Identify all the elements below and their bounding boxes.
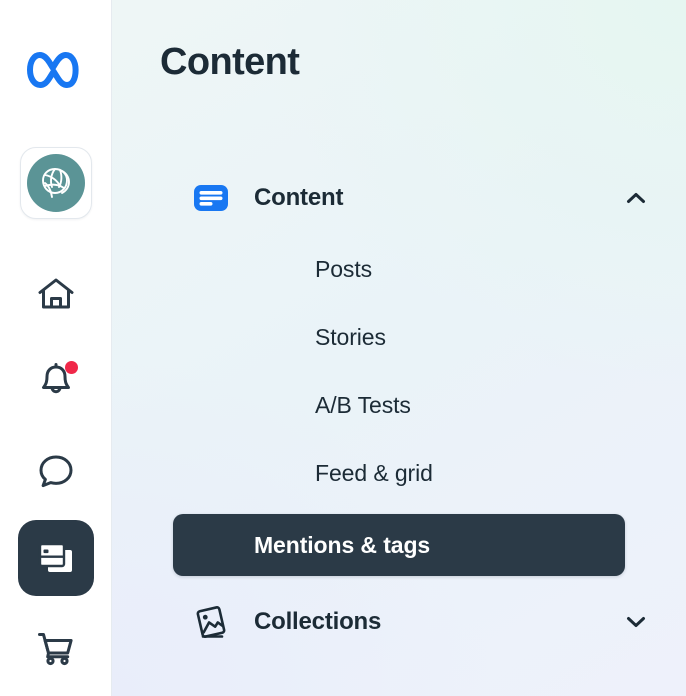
app-root: Content Content Posts Stories A/B Tests … [0, 0, 686, 696]
meta-logo[interactable] [0, 30, 112, 110]
menu-item-label: Feed & grid [315, 459, 433, 486]
content-nav-menu: Content Posts Stories A/B Tests Feed & g… [112, 168, 686, 652]
avatar-tile [20, 147, 92, 219]
chevron-down-icon[interactable] [622, 608, 650, 636]
menu-item-posts[interactable]: Posts [173, 242, 625, 296]
chat-bubble-icon [39, 455, 73, 488]
cart-icon-button [28, 620, 84, 676]
menu-item-mentions-and-tags[interactable]: Mentions & tags [173, 514, 625, 576]
chat-icon-button [28, 443, 84, 499]
sidebar-item-commerce[interactable] [0, 613, 112, 683]
menu-item-stories[interactable]: Stories [173, 310, 625, 364]
menu-group-collections[interactable]: Collections [112, 592, 686, 652]
menu-group-content-items: Posts Stories A/B Tests Feed & grid Ment… [112, 242, 686, 576]
chevron-up-icon[interactable] [622, 184, 650, 212]
home-icon-button [28, 266, 84, 322]
photo-stack-icon [192, 603, 230, 641]
sidebar-item-content[interactable] [0, 515, 112, 601]
menu-item-label: Posts [315, 255, 373, 282]
menu-item-label: A/B Tests [315, 391, 411, 418]
menu-item-label: Mentions & tags [254, 531, 431, 558]
sidebar-item-messages[interactable] [0, 438, 112, 504]
left-nav-rail [0, 0, 112, 696]
brand-avatar[interactable] [0, 140, 112, 226]
page-title: Content [160, 41, 300, 83]
menu-group-content-label: Content [254, 184, 344, 211]
shopping-cart-icon [38, 633, 73, 666]
leaf-logo-icon [42, 168, 70, 198]
menu-item-feed-and-grid[interactable]: Feed & grid [173, 446, 625, 500]
notification-badge-dot [65, 361, 78, 374]
bell-icon-button [28, 352, 84, 408]
avatar-circle [27, 154, 85, 212]
content-panel: Content Content Posts Stories A/B Tests … [112, 0, 686, 696]
content-cards-icon [38, 542, 72, 572]
menu-group-content[interactable]: Content [112, 168, 686, 228]
menu-item-ab-tests[interactable]: A/B Tests [173, 378, 625, 432]
content-lines-icon [192, 179, 230, 217]
menu-item-label: Stories [315, 323, 386, 350]
sidebar-item-notifications[interactable] [0, 347, 112, 413]
menu-group-collections-label: Collections [254, 608, 382, 635]
sidebar-item-home[interactable] [0, 261, 112, 327]
home-icon [38, 278, 74, 309]
active-tile [18, 520, 94, 596]
